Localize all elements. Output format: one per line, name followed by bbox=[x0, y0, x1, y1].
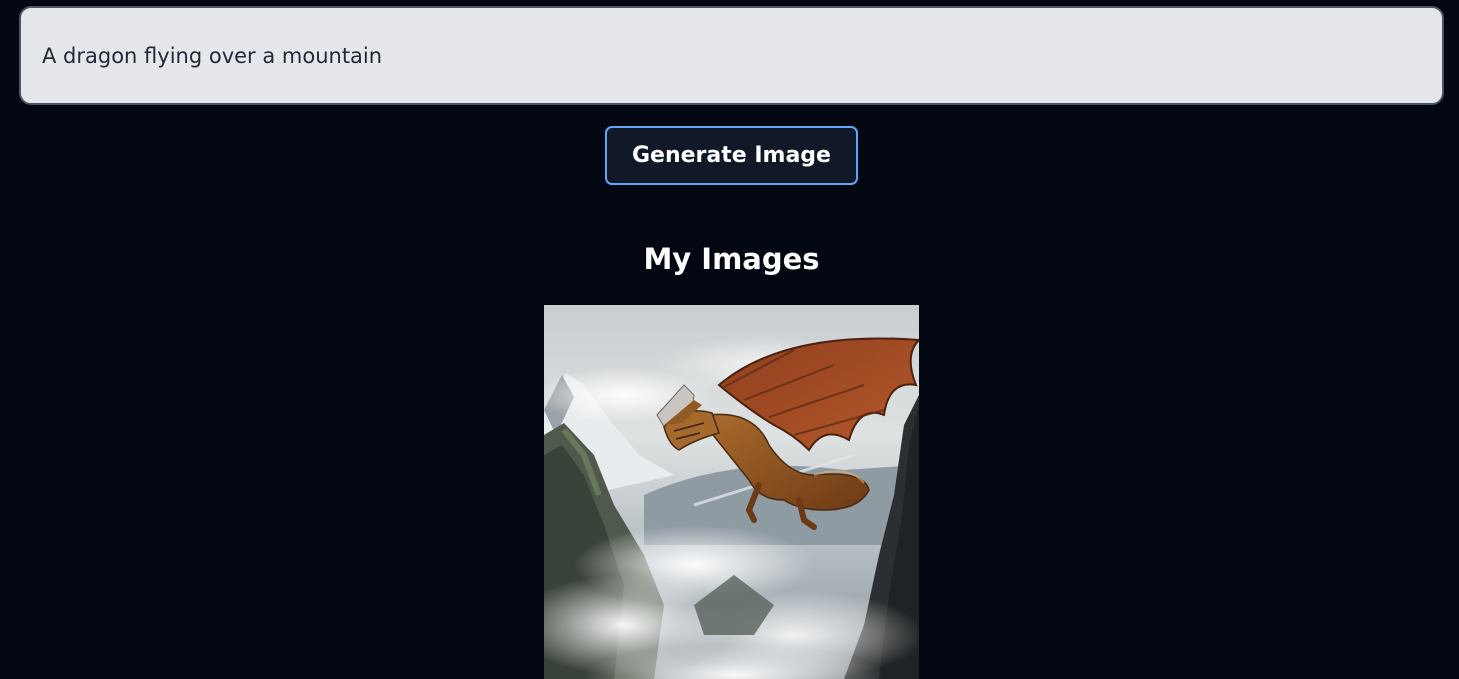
prompt-input[interactable] bbox=[21, 8, 1442, 103]
generate-image-button[interactable]: Generate Image bbox=[605, 126, 858, 185]
prompt-field[interactable] bbox=[19, 6, 1444, 105]
gallery-title: My Images bbox=[643, 242, 820, 276]
dragon-mountain-illustration bbox=[544, 305, 919, 679]
generated-image[interactable] bbox=[544, 305, 919, 679]
